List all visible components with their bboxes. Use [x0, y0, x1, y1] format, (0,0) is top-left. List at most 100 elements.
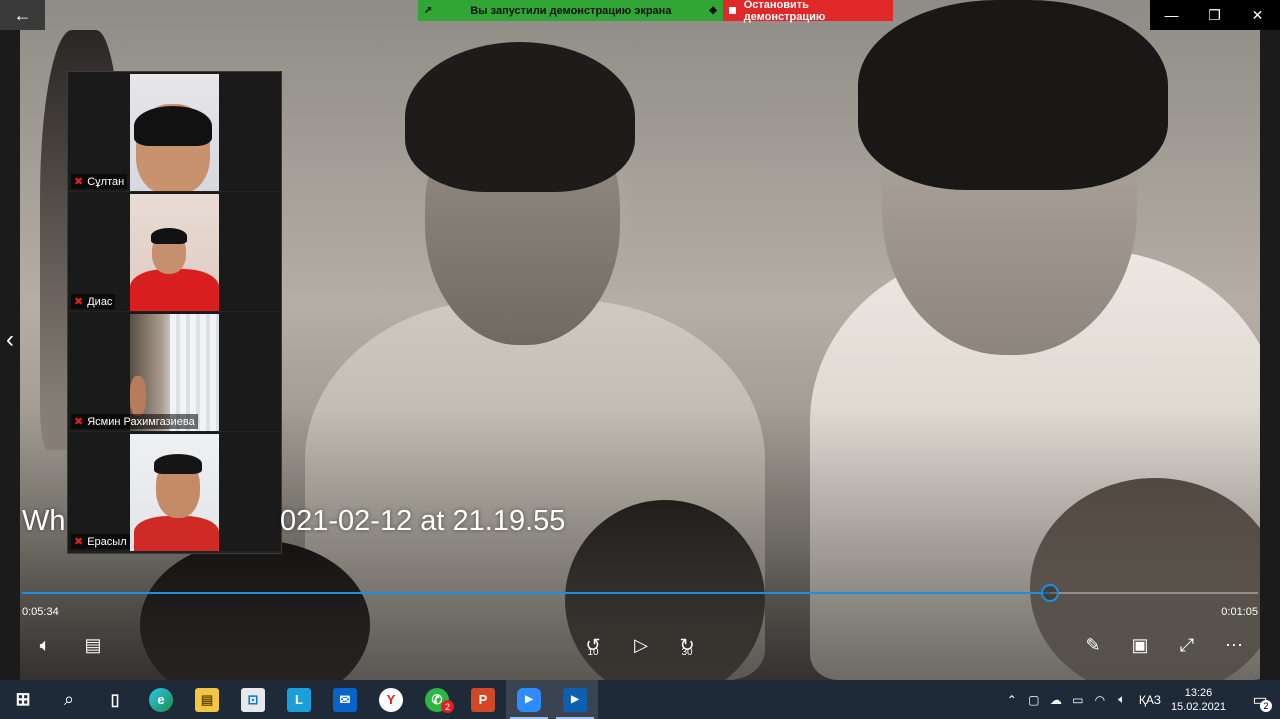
windows-logo-icon: ⊞: [15, 689, 31, 709]
taskbar-app-movies-tv[interactable]: ▶: [552, 680, 598, 719]
taskbar-app-explorer[interactable]: ▤: [184, 680, 230, 719]
mic-muted-icon: ✖: [74, 416, 84, 428]
participant-tile[interactable]: ✖ Сұлтан: [68, 72, 281, 191]
notification-badge: 2: [441, 700, 454, 713]
video-title-start: Wh: [22, 505, 66, 537]
minimize-icon: —: [1164, 7, 1179, 23]
lingualeo-icon: L: [287, 687, 311, 712]
pencil-icon: ✎: [1085, 634, 1101, 655]
participant-name: Ерасыл: [87, 535, 127, 548]
task-view-icon: ▯: [110, 691, 120, 709]
play-icon: ▷: [634, 634, 648, 655]
shield-icon: ◆: [709, 5, 717, 16]
movies-tv-icon: ▶: [563, 687, 587, 712]
back-arrow-icon: ←: [13, 4, 32, 25]
close-button[interactable]: ✕: [1236, 0, 1279, 30]
notification-count: 2: [1260, 700, 1272, 712]
mini-view-icon: ▣: [1131, 634, 1149, 655]
participant-video: [130, 74, 219, 191]
skip-forward-button[interactable]: ↻ 30: [672, 630, 702, 660]
wifi-icon[interactable]: ◠: [1089, 693, 1111, 707]
participant-video: [130, 434, 219, 551]
play-button[interactable]: ▷: [626, 630, 656, 660]
taskbar-app-zoom[interactable]: ▶: [506, 680, 552, 719]
file-explorer-icon: ▤: [195, 687, 219, 712]
taskbar-app-yandex[interactable]: Y: [368, 680, 414, 719]
share-status-label: Вы запустили демонстрацию экрана: [470, 4, 672, 17]
cloud-icon[interactable]: ☁: [1045, 693, 1067, 707]
chevron-up-icon[interactable]: ⌃: [1001, 693, 1023, 707]
close-icon: ✕: [1251, 6, 1264, 23]
taskbar-app-powerpoint[interactable]: P: [460, 680, 506, 719]
more-options-button[interactable]: ⋯: [1219, 630, 1249, 660]
participant-name: Ясмин Рахимгазиева: [87, 415, 195, 428]
taskbar-app-mail[interactable]: ✉: [322, 680, 368, 719]
participant-tile[interactable]: ✖ Ерасыл: [68, 432, 281, 551]
skip-back-button[interactable]: ↺ 10: [578, 630, 608, 660]
time-remaining: 0:01:05: [1221, 606, 1258, 618]
search-icon: ⌕: [63, 689, 75, 709]
share-arrow-icon: ➚: [424, 5, 433, 16]
yandex-browser-icon: Y: [379, 687, 403, 712]
share-status[interactable]: ➚ Вы запустили демонстрацию экрана ◆: [418, 0, 723, 21]
participant-tile[interactable]: ✖ Ясмин Рахимгазиева: [68, 312, 281, 431]
start-button[interactable]: ⊞: [0, 680, 46, 719]
fullscreen-button[interactable]: ⤢: [1172, 630, 1202, 660]
clock[interactable]: 13:26 15.02.2021: [1171, 686, 1226, 714]
minimize-button[interactable]: —: [1150, 0, 1193, 30]
subtitles-button[interactable]: ▤: [78, 630, 108, 660]
taskbar-app-store[interactable]: ⊡: [230, 680, 276, 719]
participant-name-tag: ✖ Диас: [71, 294, 116, 309]
taskbar-app-whatsapp[interactable]: ✆ 2: [414, 680, 460, 719]
participant-video: [130, 194, 219, 311]
speaker-icon[interactable]: 🔈︎: [1111, 692, 1133, 707]
previous-item-icon[interactable]: ‹: [6, 326, 14, 354]
participant-gallery[interactable]: ✖ Сұлтан ✖ Диас ✖ Ясмин Рахимгазиева ✖ Ерасы…: [67, 71, 282, 554]
clock-time: 13:26: [1184, 686, 1213, 699]
taskbar-app-lingualeo[interactable]: L: [276, 680, 322, 719]
clock-date: 15.02.2021: [1170, 700, 1226, 713]
mic-muted-icon: ✖: [74, 536, 84, 548]
store-icon: ⊡: [241, 687, 265, 712]
expand-icon: ⤢: [1179, 634, 1195, 655]
search-button[interactable]: ⌕: [46, 680, 92, 719]
seek-bar[interactable]: [22, 584, 1258, 602]
battery-icon[interactable]: ▭: [1067, 693, 1089, 707]
participant-name-tag: ✖ Ерасыл: [71, 534, 130, 549]
video-title-end: 021-02-12 at 21.19.55: [280, 505, 566, 537]
zoom-icon: ▶: [517, 687, 541, 712]
participant-name-tag: ✖ Сұлтан: [71, 174, 128, 189]
restore-button[interactable]: ❐: [1193, 0, 1236, 30]
seek-bar-fill: [22, 592, 1051, 594]
input-language[interactable]: ҚАЗ: [1139, 693, 1161, 707]
stop-share-button[interactable]: Остановить демонстрацию: [723, 0, 893, 23]
video-title: Wh 021-02-12 at 21.19.55: [22, 505, 565, 538]
system-tray: ⌃ ▢ ☁ ▭ ◠ 🔈︎ ҚАЗ 13:26 15.02.2021 ▭ 2: [1001, 680, 1280, 719]
mail-icon: ✉: [333, 687, 357, 712]
captions-icon: ▤: [84, 634, 102, 655]
window-controls: — ❐ ✕: [1150, 0, 1280, 30]
edge-icon: e: [149, 687, 173, 712]
volume-button[interactable]: 🔈︎: [30, 630, 60, 660]
taskbar-app-edge[interactable]: e: [138, 680, 184, 719]
mic-muted-icon: ✖: [74, 176, 84, 188]
stop-icon: [729, 7, 736, 14]
more-icon: ⋯: [1225, 634, 1243, 655]
task-view-button[interactable]: ▯: [92, 680, 138, 719]
screen-share-banner: ➚ Вы запустили демонстрацию экрана ◆ Ост…: [418, 0, 893, 23]
edit-button[interactable]: ✎: [1078, 630, 1108, 660]
taskbar: ⊞ ⌕ ▯ e ▤ ⊡ L ✉ Y ✆ 2 P ▶ ▶ ⌃ ▢ ☁ ▭ ◠ 🔈︎ …: [0, 680, 1280, 719]
stop-share-label: Остановить демонстрацию: [743, 0, 826, 23]
mini-view-button[interactable]: ▣: [1125, 630, 1155, 660]
skip-forward-seconds: 30: [681, 647, 693, 658]
restore-icon: ❐: [1208, 6, 1221, 23]
powerpoint-icon: P: [471, 687, 495, 712]
skip-back-seconds: 10: [587, 647, 599, 658]
participant-name: Сұлтан: [87, 175, 125, 188]
meet-now-icon[interactable]: ▢: [1023, 693, 1045, 707]
participant-name-tag: ✖ Ясмин Рахимгазиева: [71, 414, 198, 429]
right-letterbox: [1260, 0, 1280, 680]
action-center-button[interactable]: ▭ 2: [1240, 680, 1280, 719]
back-button[interactable]: ←: [0, 0, 45, 30]
participant-tile[interactable]: ✖ Диас: [68, 192, 281, 311]
